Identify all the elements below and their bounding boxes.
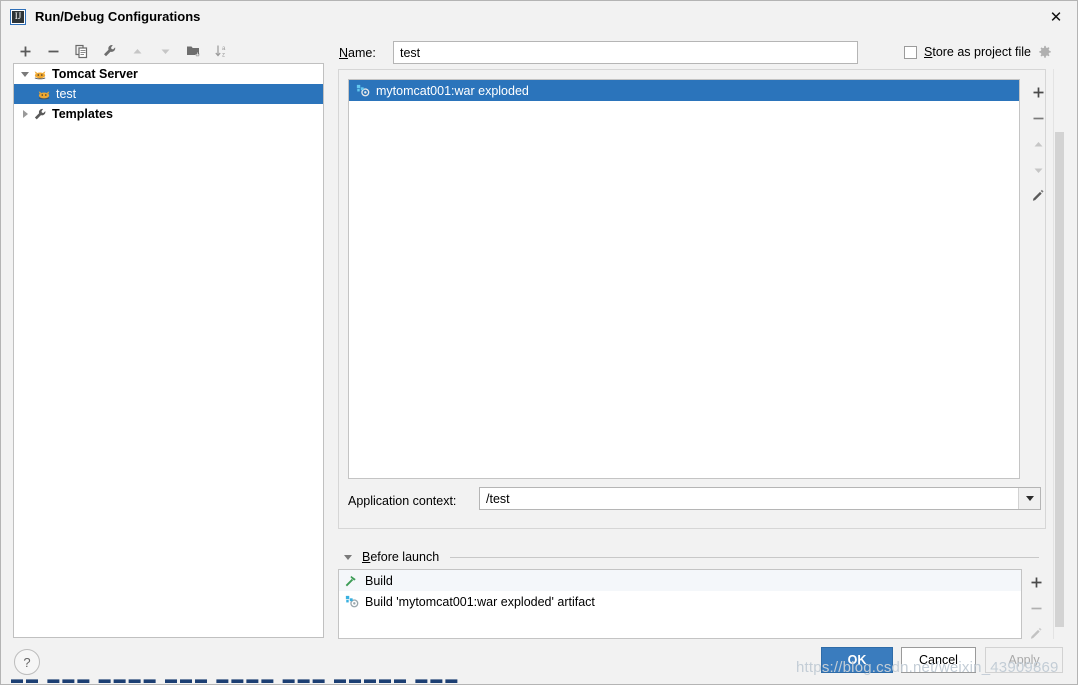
chevron-down-icon[interactable] — [18, 67, 32, 81]
scrollbar-thumb[interactable] — [1055, 132, 1064, 627]
tomcat-icon — [36, 86, 52, 102]
dialog-title: Run/Debug Configurations — [35, 9, 201, 24]
artifact-move-up-button[interactable] — [1026, 131, 1050, 157]
artifact-move-down-button[interactable] — [1026, 157, 1050, 183]
before-launch-toolbar — [1023, 569, 1049, 647]
arrow-down-icon[interactable] — [153, 40, 178, 62]
folder-add-icon[interactable] — [181, 40, 206, 62]
close-icon[interactable]: ✕ — [1033, 1, 1077, 32]
add-artifact-button[interactable] — [1026, 79, 1050, 105]
list-item-label: Build 'mytomcat001:war exploded' artifac… — [365, 594, 595, 609]
tree-node-label: Tomcat Server — [52, 67, 138, 81]
before-launch-header: Before launch — [341, 548, 1041, 566]
name-label-suffix: ame: — [348, 46, 376, 60]
application-context-value: /test — [486, 491, 510, 506]
copy-configuration-button[interactable] — [69, 40, 94, 62]
deployment-toolbar — [1025, 79, 1051, 209]
gear-icon[interactable] — [1038, 45, 1052, 59]
list-item[interactable]: mytomcat001:war exploded — [349, 80, 1019, 101]
name-label-mnemonic: N — [339, 46, 349, 60]
tree-node-templates[interactable]: Templates — [14, 104, 323, 124]
artifact-icon — [345, 595, 359, 608]
svg-text:z: z — [222, 53, 225, 59]
store-label-suffix: tore as project file — [932, 45, 1032, 59]
background-text: ▬▬ ▬▬▬ ▬▬▬▬ ▬▬▬ ▬▬▬▬ ▬▬▬ ▬▬▬▬▬ ▬▬▬ — [11, 677, 461, 685]
remove-before-launch-task-button[interactable] — [1024, 595, 1048, 621]
application-context-combobox[interactable]: /test — [479, 487, 1041, 510]
tree-node-label: Templates — [52, 107, 113, 121]
deployment-tab-panel: mytomcat001:war exploded Application con… — [338, 69, 1046, 529]
list-item[interactable]: Build 'mytomcat001:war exploded' artifac… — [339, 591, 1021, 612]
apply-button[interactable]: Apply — [985, 647, 1063, 673]
chevron-down-icon[interactable] — [1018, 488, 1040, 509]
svg-text:a: a — [222, 46, 226, 52]
intellij-idea-icon: IJ — [10, 8, 26, 25]
tree-node-label: test — [56, 87, 77, 101]
cancel-button[interactable]: Cancel — [901, 647, 976, 673]
name-label: Name: — [339, 46, 376, 60]
add-configuration-button[interactable] — [13, 40, 38, 62]
list-item[interactable]: Build — [339, 570, 1021, 591]
chevron-down-icon[interactable] — [341, 550, 355, 564]
ok-button[interactable]: OK — [821, 647, 893, 673]
list-item-label: mytomcat001:war exploded — [376, 83, 529, 98]
application-context-label: Application context: — [348, 494, 457, 508]
title-bar: IJ Run/Debug Configurations ✕ — [1, 1, 1077, 32]
wrench-icon[interactable] — [97, 40, 122, 62]
before-launch-title-suffix: efore launch — [370, 550, 440, 564]
build-hammer-icon — [345, 575, 356, 587]
section-divider — [450, 556, 1039, 558]
configurations-tree[interactable]: Tomcat Server test Templates — [13, 63, 324, 638]
tomcat-icon — [32, 66, 48, 82]
edit-artifact-button[interactable] — [1026, 183, 1050, 209]
remove-configuration-button[interactable] — [41, 40, 66, 62]
run-debug-configurations-dialog: IJ Run/Debug Configurations ✕ a z Tomcat… — [0, 0, 1078, 685]
remove-artifact-button[interactable] — [1026, 105, 1050, 131]
main-panel-scrollbar[interactable] — [1053, 69, 1065, 639]
tree-node-test[interactable]: test — [14, 84, 323, 104]
before-launch-task-list[interactable]: Build Build 'mytomcat001:war exploded' a… — [338, 569, 1022, 639]
artifact-icon — [356, 84, 370, 97]
background-text-strip: ▬▬ ▬▬▬ ▬▬▬▬ ▬▬▬ ▬▬▬▬ ▬▬▬ ▬▬▬▬▬ ▬▬▬ — [1, 677, 1077, 685]
before-launch-title: Before launch — [362, 550, 439, 564]
add-before-launch-task-button[interactable] — [1024, 569, 1048, 595]
sort-alpha-icon[interactable]: a z — [209, 40, 234, 62]
edit-before-launch-task-button[interactable] — [1024, 621, 1048, 647]
app-icon-text: IJ — [14, 10, 22, 21]
store-as-project-file-row[interactable]: Store as project file — [904, 45, 1052, 59]
list-item-label: Build — [365, 573, 393, 588]
wrench-icon — [32, 106, 48, 122]
deployment-artifacts-list[interactable]: mytomcat001:war exploded — [348, 79, 1020, 479]
tree-node-tomcat-server[interactable]: Tomcat Server — [14, 64, 323, 84]
arrow-up-icon[interactable] — [125, 40, 150, 62]
store-as-project-file-label: Store as project file — [924, 45, 1031, 59]
configurations-toolbar: a z — [13, 39, 323, 63]
help-button[interactable]: ? — [14, 649, 40, 675]
name-input[interactable] — [393, 41, 858, 64]
chevron-right-icon[interactable] — [18, 107, 32, 121]
store-as-project-file-checkbox[interactable] — [904, 45, 917, 59]
